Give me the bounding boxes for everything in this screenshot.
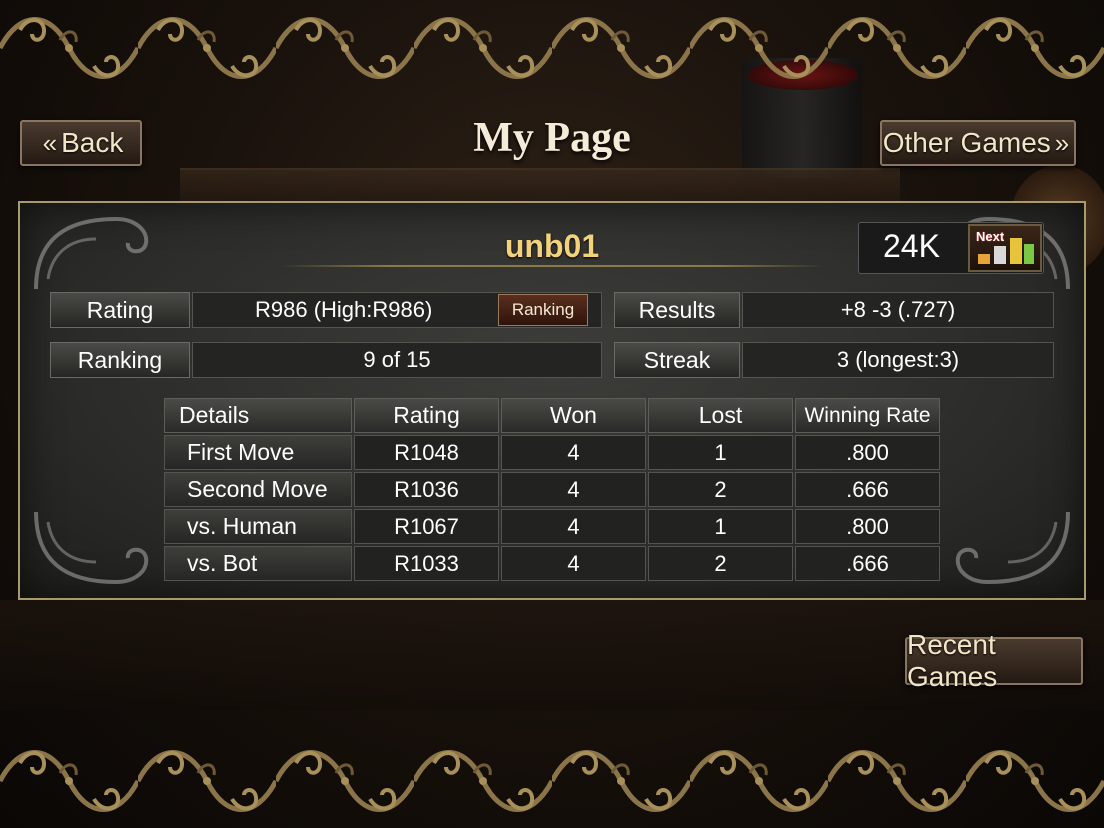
row-winning-rate: .800 [795, 435, 940, 470]
double-chevron-right-icon: » [1054, 127, 1070, 158]
rating-label: Rating [50, 292, 190, 328]
next-grade-button[interactable]: Next [968, 224, 1042, 272]
row-rating: R1048 [354, 435, 499, 470]
corner-ornament-icon [955, 511, 1070, 585]
table-row: vs. Bot R1033 4 2 .666 [164, 546, 940, 581]
row-rating: R1036 [354, 472, 499, 507]
results-label: Results [614, 292, 740, 328]
column-header-rating: Rating [354, 398, 499, 433]
details-table: Details Rating Won Lost Winning Rate Fir… [162, 396, 942, 583]
row-lost: 2 [648, 546, 793, 581]
row-winning-rate: .666 [795, 472, 940, 507]
corner-ornament-icon [34, 511, 149, 585]
row-won: 4 [501, 435, 646, 470]
table-header-row: Details Rating Won Lost Winning Rate [164, 398, 940, 433]
username-divider [280, 265, 825, 267]
column-header-won: Won [501, 398, 646, 433]
rating-value: R986 (High:R986) [255, 297, 433, 322]
streak-value: 3 (longest:3) [742, 342, 1054, 378]
row-label: First Move [164, 435, 352, 470]
column-header-lost: Lost [648, 398, 793, 433]
row-label: vs. Human [164, 509, 352, 544]
row-label: vs. Bot [164, 546, 352, 581]
row-winning-rate: .666 [795, 546, 940, 581]
grade-bar-icon [1010, 238, 1022, 264]
column-header-winning-rate: Winning Rate [795, 398, 940, 433]
row-lost: 1 [648, 435, 793, 470]
row-won: 4 [501, 509, 646, 544]
recent-games-button-label: Recent Games [907, 629, 998, 692]
row-lost: 2 [648, 472, 793, 507]
ranking-value: 9 of 15 [192, 342, 602, 378]
row-winning-rate: .800 [795, 509, 940, 544]
grade-bar-icon [1024, 244, 1034, 264]
column-header-details: Details [164, 398, 352, 433]
next-grade-label: Next [976, 229, 1005, 244]
streak-label: Streak [614, 342, 740, 378]
other-games-button[interactable]: Other Games » [880, 120, 1076, 166]
grade-bar-icon [994, 246, 1006, 264]
row-label: Second Move [164, 472, 352, 507]
ranking-label: Ranking [50, 342, 190, 378]
table-row: vs. Human R1067 4 1 .800 [164, 509, 940, 544]
recent-games-button[interactable]: Recent Games [905, 629, 1083, 692]
results-value: +8 -3 (.727) [742, 292, 1054, 328]
row-rating: R1067 [354, 509, 499, 544]
grade-value: 24K [883, 228, 940, 264]
row-won: 4 [501, 546, 646, 581]
table-row: Second Move R1036 4 2 .666 [164, 472, 940, 507]
row-won: 4 [501, 472, 646, 507]
ranking-button[interactable]: Ranking [498, 294, 588, 326]
row-lost: 1 [648, 509, 793, 544]
grade-bar-icon [978, 254, 990, 264]
bottom-ornament-border [0, 733, 1104, 828]
other-games-button-label: Other Games [882, 127, 1051, 158]
table-row: First Move R1048 4 1 .800 [164, 435, 940, 470]
top-ornament-border [0, 0, 1104, 95]
row-rating: R1033 [354, 546, 499, 581]
